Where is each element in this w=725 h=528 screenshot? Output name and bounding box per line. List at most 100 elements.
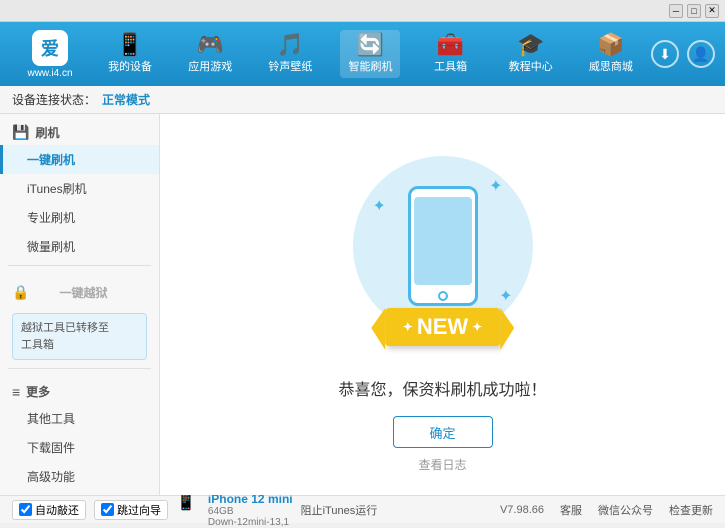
more-group-icon: ≡ [12,384,20,400]
sidebar-flash-group: 💾 刷机 一键刷机 iTunes刷机 专业刷机 微量刷机 [0,118,159,261]
view-log-link[interactable]: 查看日志 [418,456,466,473]
more-group-label: 更多 [26,383,50,400]
phone-screen [414,197,472,285]
download-button[interactable]: ⬇ [651,40,679,68]
wechat-public-link[interactable]: 微信公众号 [598,502,653,518]
header-right: ⬇ 👤 [651,40,715,68]
toolbox-icon: 🧰 [437,34,464,56]
nav-tutorial[interactable]: 🎓 教程中心 [501,30,561,78]
jailbreak-note-text: 越狱工具已转移至工具箱 [21,322,109,351]
my-device-label: 我的设备 [108,58,152,74]
new-ribbon: ✦ NEW ✦ [385,308,500,346]
close-button[interactable]: ✕ [705,4,719,18]
sidebar-item-pro-flash[interactable]: 专业刷机 [0,203,159,232]
check-update-link[interactable]: 检查更新 [669,502,713,518]
star-right: ✦ [472,320,482,334]
jailbreak-note: 越狱工具已转移至工具箱 [12,313,147,360]
nav-weishi[interactable]: 📦 威思商城 [581,30,641,78]
pro-flash-label: 专业刷机 [27,211,75,225]
star-left: ✦ [403,320,413,334]
tutorial-icon: 🎓 [517,34,544,56]
advanced-label: 高级功能 [27,470,75,484]
other-tools-label: 其他工具 [27,412,75,426]
success-message: 恭喜您，保资料刷机成功啦！ [338,376,546,400]
app-game-label: 应用游戏 [188,58,232,74]
sidebar-item-other-tools[interactable]: 其他工具 [0,404,159,433]
tutorial-label: 教程中心 [509,58,553,74]
jailbreak-group-label: 一键越狱 [35,280,119,305]
logo-icon: 爱 [32,30,68,66]
main-layout: 💾 刷机 一键刷机 iTunes刷机 专业刷机 微量刷机 🔒 一键越狱 [0,114,725,495]
nav-app-game[interactable]: 🎮 应用游戏 [180,30,240,78]
nav-my-device[interactable]: 📱 我的设备 [100,30,160,78]
download-firmware-label: 下载固件 [27,441,75,455]
itunes-flash-label: iTunes刷机 [27,182,87,196]
bottom-bar: 自动敲还 跳过向导 📱 iPhone 12 mini 64GB Down-12m… [0,495,725,523]
status-value: 正常模式 [102,91,150,108]
sidebar-item-micro-flash[interactable]: 微量刷机 [0,232,159,261]
confirm-button[interactable]: 确定 [393,416,493,448]
toolbox-label: 工具箱 [434,58,467,74]
status-prefix: 设备连接状态： [12,91,96,108]
device-info: iPhone 12 mini 64GB Down-12mini-13,1 [208,492,293,528]
sidebar: 💾 刷机 一键刷机 iTunes刷机 专业刷机 微量刷机 🔒 一键越狱 [0,114,160,495]
auto-connect-input[interactable] [19,503,32,516]
maximize-button[interactable]: □ [687,4,701,18]
sidebar-item-one-click-flash[interactable]: 一键刷机 [0,145,159,174]
nav-smart-flash[interactable]: 🔄 智能刷机 [340,30,400,78]
sidebar-divider-2 [8,368,151,369]
device-row: 📱 iPhone 12 mini 64GB Down-12mini-13,1 [176,492,293,528]
sidebar-divider-1 [8,265,151,266]
ringtone-icon: 🎵 [277,34,304,56]
sidebar-item-advanced[interactable]: 高级功能 [0,462,159,491]
device-storage: 64GB [208,506,293,517]
new-badge: ✦ NEW ✦ [385,308,500,346]
sidebar-item-itunes-flash[interactable]: iTunes刷机 [0,174,159,203]
phone-home-button [438,291,448,301]
my-device-icon: 📱 [116,34,143,56]
skip-wizard-input[interactable] [101,503,114,516]
device-firmware: Down-12mini-13,1 [208,517,293,528]
flash-group-icon: 💾 [12,124,29,141]
logo: 爱 www.i4.cn [10,30,90,79]
title-bar: ─ □ ✕ [0,0,725,22]
logo-text: www.i4.cn [27,68,72,79]
phone-body [408,186,478,306]
sparkle-icon-2: ✦ [373,196,386,216]
auto-connect-label: 自动敲还 [35,502,79,518]
auto-connect-checkbox[interactable]: 自动敲还 [12,500,86,520]
weishi-label: 威思商城 [589,58,633,74]
confirm-label: 确定 [429,423,455,442]
new-text: NEW [417,314,468,340]
weishi-icon: 📦 [597,34,624,56]
minimize-button[interactable]: ─ [669,4,683,18]
jailbreak-lock-icon: 🔒 [12,284,29,301]
one-click-flash-label: 一键刷机 [27,153,75,167]
sidebar-flash-header: 💾 刷机 [0,118,159,145]
phone-illustration: ✦ ✦ ✦ ✦ NEW ✦ [343,136,543,356]
nav-ringtone-wallpaper[interactable]: 🎵 铃声壁纸 [260,30,320,78]
ringtone-label: 铃声壁纸 [268,58,312,74]
bottom-right: V7.98.66 客服 微信公众号 检查更新 [500,502,713,518]
nav-toolbox[interactable]: 🧰 工具箱 [421,30,481,78]
app-game-icon: 🎮 [197,34,224,56]
logo-symbol: 爱 [41,35,59,61]
sparkle-icon-1: ✦ [489,176,502,196]
header: 爱 www.i4.cn 📱 我的设备 🎮 应用游戏 🎵 铃声壁纸 🔄 智能刷机 … [0,22,725,86]
sidebar-more-header: ≡ 更多 [0,377,159,404]
micro-flash-label: 微量刷机 [27,240,75,254]
status-bar: 设备连接状态： 正常模式 [0,86,725,114]
window-controls: ─ □ ✕ [669,4,719,18]
user-button[interactable]: 👤 [687,40,715,68]
sidebar-more-group: ≡ 更多 其他工具 下载固件 高级功能 [0,377,159,491]
skip-wizard-label: 跳过向导 [117,502,161,518]
sidebar-item-download-firmware[interactable]: 下载固件 [0,433,159,462]
smart-flash-label: 智能刷机 [348,58,392,74]
skip-wizard-checkbox[interactable]: 跳过向导 [94,500,168,520]
sidebar-jailbreak-header: 🔒 一键越狱 [0,274,159,309]
version-text: V7.98.66 [500,504,544,516]
smart-flash-icon: 🔄 [357,34,384,56]
sparkle-icon-3: ✦ [499,286,512,306]
customer-service-link[interactable]: 客服 [560,502,582,518]
sidebar-jailbreak-group: 🔒 一键越狱 越狱工具已转移至工具箱 [0,274,159,364]
